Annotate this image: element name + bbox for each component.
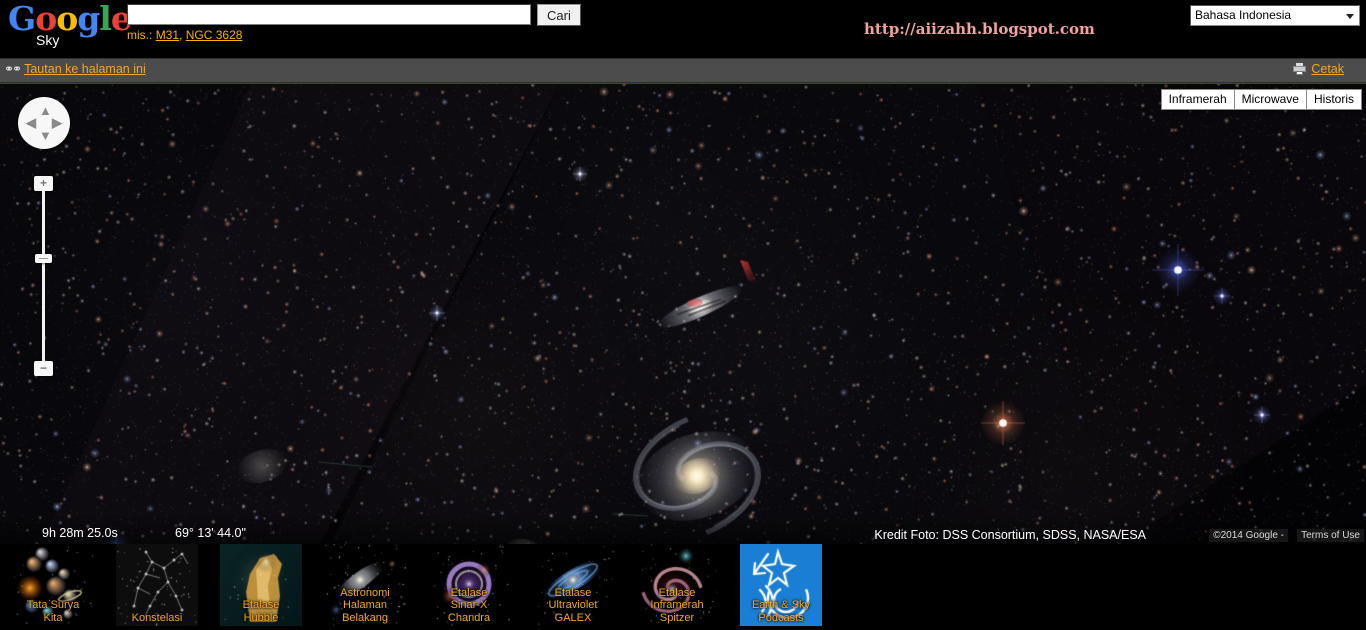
showcase-item-astronomi-halaman-belakang[interactable]: Astronomi Halaman Belakang: [324, 544, 406, 626]
chain-link-icon: ⚭⚭: [4, 62, 22, 76]
sky-map[interactable]: Inframerah Microwave Historis ▲ ▼ ◀ ▶ + …: [0, 83, 1366, 544]
showcase-item-label: Etalase Ultraviolet GALEX: [532, 587, 614, 625]
showcase-item-label-line: Etalase: [658, 586, 696, 599]
zoom-out-button[interactable]: −: [34, 361, 53, 376]
search-examples: mis.: M31, NGC 3628: [127, 28, 242, 42]
showcase-strip: Tata Surya Kita Konstelasi Etalase Hubble Ast…: [0, 544, 1366, 629]
pan-up-icon[interactable]: ▲: [39, 104, 52, 117]
showcase-item-label-line: Chandra: [447, 611, 491, 624]
declination-value: 69° 13' 44.0": [175, 526, 246, 540]
showcase-item-label-line: Sinar-X: [450, 599, 488, 611]
maptype-inframerah[interactable]: Inframerah: [1160, 89, 1235, 110]
pan-left-icon[interactable]: ◀: [26, 116, 36, 129]
example-link-ngc3628[interactable]: NGC 3628: [186, 28, 243, 42]
link-to-page-group: ⚭⚭ Tautan ke halaman ini: [4, 62, 146, 76]
showcase-item-label-line: Spitzer: [659, 611, 695, 624]
printer-icon: [1293, 63, 1307, 75]
showcase-item-label-line: Konstelasi: [131, 611, 183, 624]
showcase-item-label: Konstelasi: [116, 612, 198, 625]
showcase-item-label-line: Halaman: [342, 599, 388, 611]
showcase-item-label-line: Inframerah: [650, 599, 704, 611]
pan-down-icon[interactable]: ▼: [39, 129, 52, 142]
blog-url-watermark: http://aiizahh.blogspot.com: [864, 20, 1095, 38]
google-copyright: ©2014 Google -: [1209, 529, 1288, 542]
showcase-item-konstelasi[interactable]: Konstelasi: [116, 544, 198, 626]
sky-imagery[interactable]: [0, 84, 1366, 544]
link-bar: ⚭⚭ Tautan ke halaman ini Cetak: [0, 58, 1366, 83]
google-sky-page: Google™ Sky Cari mis.: M31, NGC 3628 htt…: [0, 0, 1366, 630]
showcase-item-label-line: Podcasts: [758, 611, 804, 624]
showcase-item-label-line: Etalase: [554, 586, 592, 599]
showcase-item-label: Etalase Sinar-X Chandra: [428, 587, 510, 625]
print-link[interactable]: Cetak: [1311, 62, 1344, 76]
showcase-item-label: Astronomi Halaman Belakang: [324, 587, 406, 625]
showcase-item-label-line: Earth & Sky: [751, 599, 811, 611]
showcase-item-label: Tata Surya Kita: [12, 599, 94, 624]
map-type-controls: Inframerah Microwave Historis: [1160, 89, 1362, 110]
showcase-item-label-line: Astronomi: [340, 586, 390, 599]
language-select[interactable]: Bahasa Indonesia: [1190, 5, 1360, 26]
showcase-item-label-line: Belakang: [342, 611, 388, 624]
showcase-item-label: Etalase Hubble: [220, 599, 302, 624]
terms-of-use-link[interactable]: Terms of Use: [1297, 529, 1364, 542]
showcase-item-etalase-ultraviolet-galex[interactable]: Etalase Ultraviolet GALEX: [532, 544, 614, 626]
showcase-item-etalase-inframerah-spitzer[interactable]: Etalase Inframerah Spitzer: [636, 544, 718, 626]
showcase-item-label-line: Ultraviolet: [548, 599, 598, 611]
showcase-item-label-line: Etalase: [242, 599, 280, 611]
pan-control[interactable]: ▲ ▼ ◀ ▶: [18, 97, 70, 149]
maptype-microwave[interactable]: Microwave: [1233, 89, 1307, 110]
pan-right-icon[interactable]: ▶: [52, 116, 62, 129]
showcase-item-label-line: GALEX: [554, 611, 592, 624]
showcase-item-etalase-hubble[interactable]: Etalase Hubble: [220, 544, 302, 626]
showcase-item-label-line: Kita: [43, 611, 63, 624]
photo-credit: Kredit Foto: DSS Consortium, SDSS, NASA/…: [874, 528, 1146, 542]
search-button[interactable]: Cari: [537, 4, 581, 26]
sky-wordmark: Sky: [36, 32, 60, 48]
maptype-historis[interactable]: Historis: [1305, 89, 1362, 110]
language-select-value: Bahasa Indonesia: [1195, 8, 1292, 22]
header: Google™ Sky Cari mis.: M31, NGC 3628 htt…: [0, 0, 1366, 58]
showcase-item-label-line: Hubble: [243, 611, 279, 624]
showcase-item-earth-and-sky-podcasts[interactable]: Earth & Sky Podcasts: [740, 544, 822, 626]
zoom-slider-track[interactable]: [42, 190, 45, 364]
search-input[interactable]: [127, 4, 531, 25]
link-to-this-page[interactable]: Tautan ke halaman ini: [24, 62, 146, 76]
showcase-item-label: Earth & Sky Podcasts: [740, 599, 822, 624]
google-sky-logo[interactable]: Google™ Sky: [6, 2, 140, 52]
examples-prefix: mis.:: [127, 28, 153, 42]
right-ascension-value: 9h 28m 25.0s: [42, 526, 118, 540]
showcase-item-label-line: Etalase: [450, 586, 488, 599]
zoom-in-button[interactable]: +: [34, 176, 53, 191]
google-wordmark: Google™: [8, 2, 140, 35]
examples-comma: ,: [179, 28, 183, 42]
print-group: Cetak: [1293, 62, 1344, 76]
zoom-control[interactable]: + −: [34, 176, 54, 376]
showcase-item-tata-surya-kita[interactable]: Tata Surya Kita: [12, 544, 94, 626]
showcase-item-label-line: Tata Surya: [26, 599, 80, 611]
chevron-down-icon: [1346, 14, 1354, 19]
showcase-item-label: Etalase Inframerah Spitzer: [636, 587, 718, 625]
showcase-item-etalase-sinar-x-chandra[interactable]: Etalase Sinar-X Chandra: [428, 544, 510, 626]
zoom-slider-thumb[interactable]: [35, 253, 52, 263]
example-link-m31[interactable]: M31: [156, 28, 179, 42]
